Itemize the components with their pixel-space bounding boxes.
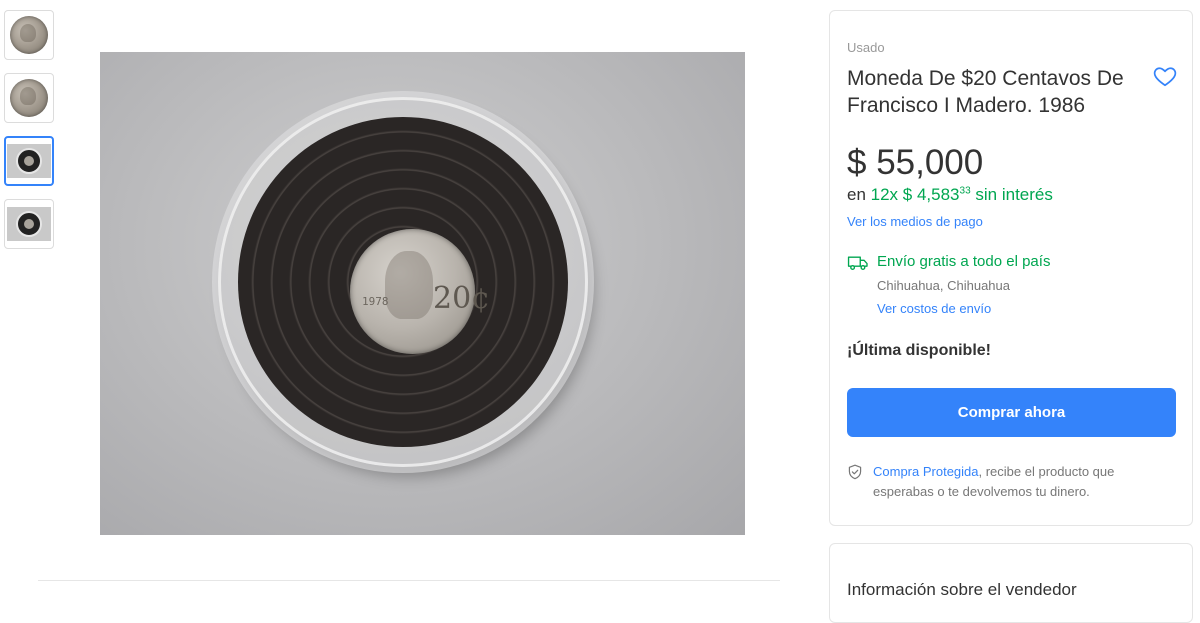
free-shipping-label: Envío gratis a todo el país	[877, 253, 1051, 270]
stock-notice: ¡Última disponible!	[847, 342, 991, 359]
installments-amount: $ 4,583	[902, 185, 960, 204]
coin-capsule-thumbnail	[7, 144, 51, 178]
coin-back-thumbnail	[10, 79, 48, 117]
product-condition: Usado	[847, 40, 885, 55]
coin-front-thumbnail	[10, 16, 48, 54]
thumbnail-2[interactable]	[4, 73, 54, 123]
coin-value: 20¢	[433, 281, 491, 316]
shipping-costs-link[interactable]: Ver costos de envío	[877, 301, 991, 316]
shipping-location: Chihuahua, Chihuahua	[877, 278, 1010, 293]
coin-capsule-thumbnail-alt	[7, 207, 51, 241]
thumbnail-1[interactable]	[4, 10, 54, 60]
thumbnail-3[interactable]	[4, 136, 54, 186]
installments-prefix: en	[847, 185, 871, 204]
main-product-image[interactable]: 1978 20¢	[100, 52, 745, 535]
coin-portrait	[385, 251, 433, 319]
seller-info-title: Información sobre el vendedor	[847, 580, 1077, 599]
payment-methods-link[interactable]: Ver los medios de pago	[847, 214, 983, 229]
buy-now-button[interactable]: Comprar ahora	[847, 388, 1176, 437]
product-title: Moneda De $20 Centavos De Francisco I Ma…	[847, 67, 1124, 117]
coin-capsule: 1978 20¢	[218, 97, 588, 467]
purchase-protection: Compra Protegida, recibe el producto que…	[873, 462, 1173, 502]
capsule-foam: 1978 20¢	[238, 117, 568, 447]
product-price: $ 55,000	[847, 143, 984, 182]
shield-check-icon	[848, 464, 862, 480]
seller-info-box: Información sobre el vendedor	[829, 543, 1193, 623]
thumbnail-4[interactable]	[4, 199, 54, 249]
thumbnail-gallery	[4, 10, 56, 262]
coin-year: 1978	[362, 295, 389, 308]
installments-count: 12x	[870, 185, 899, 204]
heart-icon[interactable]	[1152, 63, 1178, 89]
content-divider	[38, 580, 780, 581]
installments-suffix: sin interés	[970, 185, 1053, 204]
truck-icon	[847, 256, 868, 270]
protected-purchase-link[interactable]: Compra Protegida	[873, 464, 979, 479]
buy-box: Usado Moneda De $20 Centavos De Francisc…	[829, 10, 1193, 526]
installments-cents: 33	[959, 185, 971, 197]
coin: 1978 20¢	[350, 229, 490, 354]
installments: en 12x $ 4,58333 sin interés	[847, 185, 1053, 205]
